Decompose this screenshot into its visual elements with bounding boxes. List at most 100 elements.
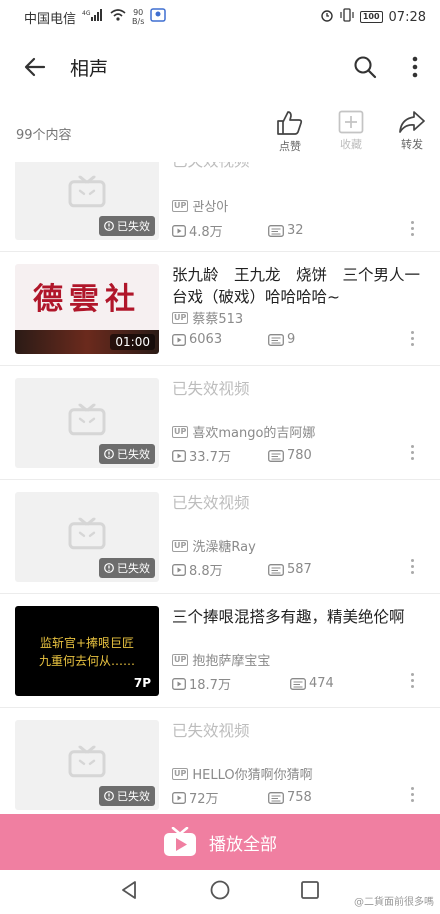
play-count-icon <box>172 677 186 690</box>
system-navigation-bar: @二貨面前很多嗎 <box>0 870 440 914</box>
thumbnail-text: 监斩官+捧哏巨匠 <box>39 636 135 650</box>
warning-icon <box>104 563 114 573</box>
part-count-badge: 7P <box>133 676 151 690</box>
video-title: 已失效视频 <box>172 494 250 512</box>
app-notification-icon <box>150 8 167 26</box>
tv-placeholder-icon <box>68 403 106 436</box>
search-icon <box>354 56 377 79</box>
favorite-button[interactable]: 收藏 <box>326 110 376 160</box>
svg-text:4G: 4G <box>82 10 91 17</box>
item-more-button[interactable] <box>404 668 420 692</box>
list-item[interactable]: 已失效 已失效视频 UP 喜欢mango的吉阿娜 33.7万 780 <box>0 366 440 480</box>
video-stats: 4.8万 32 <box>172 221 364 240</box>
play-all-button[interactable]: 播放全部 <box>0 814 440 870</box>
list-item[interactable]: 德雲社 01:00 张九龄 王九龙 烧饼 三个男人一台戏（破戏）哈哈哈哈~ UP… <box>0 252 440 366</box>
video-thumbnail: 已失效 <box>15 720 159 810</box>
view-count: 8.8万 <box>189 564 223 579</box>
video-thumbnail: 已失效 <box>15 378 159 468</box>
view-count: 6063 <box>189 332 223 347</box>
arrow-left-icon <box>24 57 46 77</box>
invalid-badge: 已失效 <box>99 558 155 578</box>
back-button[interactable] <box>0 34 70 100</box>
warning-icon <box>104 449 114 459</box>
video-thumbnail: 监斩官+捧哏巨匠 九重何去何从…… 7P <box>15 606 159 696</box>
network-speed: 90 B/s <box>132 8 145 26</box>
video-stats: 8.8万 587 <box>172 560 364 579</box>
warning-icon <box>104 791 114 801</box>
play-count-icon <box>172 791 186 804</box>
up-tag-icon: UP <box>172 539 189 552</box>
tv-placeholder-icon <box>68 745 106 778</box>
warning-icon <box>104 221 114 231</box>
thumbnail-text: 德雲社 <box>33 282 141 317</box>
play-count-icon <box>172 563 186 576</box>
danmaku-icon <box>268 563 284 576</box>
duration-badge: 01:00 <box>110 334 155 350</box>
item-more-button[interactable] <box>404 554 420 578</box>
add-favorite-icon <box>338 110 364 134</box>
more-vertical-icon <box>412 56 418 78</box>
uploader: UP 관상아 <box>172 199 229 215</box>
playlist-info-bar: 99个内容 点赞 收藏 转发 <box>0 100 440 162</box>
square-recents-icon <box>301 881 319 899</box>
nav-back-button[interactable] <box>120 880 140 904</box>
uploader: UP 蔡蔡513 <box>172 311 244 327</box>
vibrate-icon <box>340 8 354 26</box>
item-more-button[interactable] <box>404 326 420 350</box>
view-count: 33.7万 <box>189 450 231 465</box>
tv-placeholder-icon <box>68 517 106 550</box>
status-bar: 中国电信 4G 90 B/s 100 07:28 <box>0 0 440 34</box>
view-count: 72万 <box>189 792 219 807</box>
up-tag-icon: UP <box>172 425 189 438</box>
video-title: 已失效视频 <box>172 722 250 740</box>
up-tag-icon: UP <box>172 199 189 212</box>
share-icon <box>399 111 425 133</box>
list-item[interactable]: 已失效 已失效视频 UP 洗澡糖Ray 8.8万 587 <box>0 480 440 594</box>
danmaku-icon <box>290 677 306 690</box>
uploader: UP 喜欢mango的吉阿娜 <box>172 425 316 441</box>
video-stats: 72万 758 <box>172 788 364 807</box>
video-title: 张九龄 王九龙 烧饼 三个男人一台戏（破戏）哈哈哈哈~ <box>172 266 421 306</box>
signal-icon: 4G <box>82 9 104 25</box>
uploader: UP 洗澡糖Ray <box>172 539 256 555</box>
play-count-icon <box>172 333 186 346</box>
list-item[interactable]: 已失效 已失效视频 UP HELLO你猜啊你猜啊 72万 758 <box>0 708 440 814</box>
more-options-button[interactable] <box>390 34 440 100</box>
search-button[interactable] <box>340 34 390 100</box>
circle-home-icon <box>210 880 230 900</box>
clock: 07:28 <box>388 9 426 25</box>
video-thumbnail: 德雲社 01:00 <box>15 264 159 354</box>
share-button[interactable]: 转发 <box>387 110 437 160</box>
item-more-button[interactable] <box>404 216 420 240</box>
danmaku-icon <box>268 791 284 804</box>
list-item[interactable]: 监斩官+捧哏巨匠 九重何去何从…… 7P 三个捧哏混搭多有趣，精美绝伦啊 UP 抱… <box>0 594 440 708</box>
danmaku-count: 9 <box>287 332 296 347</box>
alarm-icon <box>320 8 334 26</box>
carrier-name: 中国电信 <box>24 11 77 27</box>
danmaku-count: 758 <box>287 790 312 805</box>
like-button[interactable]: 点赞 <box>265 110 315 160</box>
item-more-button[interactable] <box>404 782 420 806</box>
video-list[interactable]: 已失效 已失效视频 UP관상아 4.8万 32 德雲社 01:00 张九龄 王九… <box>0 162 440 814</box>
danmaku-icon <box>268 333 284 346</box>
video-title: 已失效视频 <box>172 380 250 398</box>
tv-placeholder-icon <box>68 175 106 208</box>
watermark: @二貨面前很多嗎 <box>354 897 434 908</box>
nav-recents-button[interactable] <box>300 880 320 904</box>
danmaku-count: 474 <box>309 676 334 691</box>
play-count-icon <box>172 224 186 237</box>
video-thumbnail: 已失效 <box>15 162 159 240</box>
invalid-badge: 已失效 <box>99 216 155 236</box>
up-tag-icon: UP <box>172 653 189 666</box>
item-more-button[interactable] <box>404 440 420 464</box>
video-title: 已失效视频 <box>172 162 428 172</box>
triangle-back-icon <box>122 881 136 899</box>
nav-home-button[interactable] <box>210 880 230 904</box>
uploader: UP 抱抱萨摩宝宝 <box>172 653 271 669</box>
invalid-badge: 已失效 <box>99 786 155 806</box>
list-item[interactable]: 已失效 已失效视频 UP관상아 4.8万 32 <box>0 162 440 252</box>
play-count-icon <box>172 449 186 462</box>
view-count: 18.7万 <box>189 678 231 693</box>
danmaku-icon <box>268 224 284 237</box>
danmaku-count: 587 <box>287 562 312 577</box>
